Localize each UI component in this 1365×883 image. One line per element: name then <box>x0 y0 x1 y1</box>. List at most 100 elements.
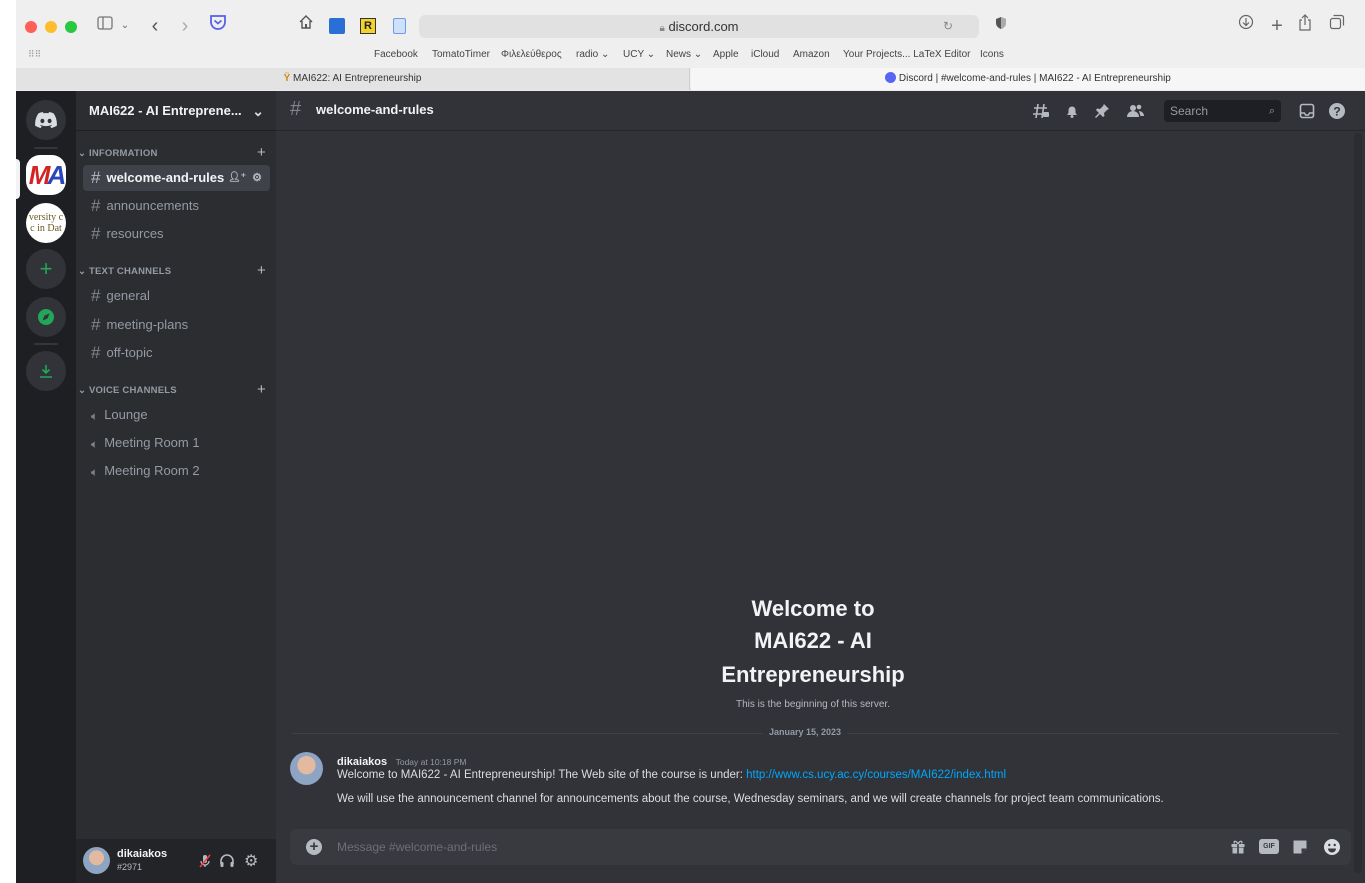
emoji-icon[interactable] <box>1323 838 1341 861</box>
download-apps-icon[interactable] <box>26 351 66 391</box>
gift-icon[interactable] <box>1230 839 1246 860</box>
favorite-link[interactable]: News ⌄ <box>666 49 702 60</box>
channel-sidebar: MAI622 - AI Entreprene... ⌄ ⌄ INFORMATIO… <box>76 91 276 883</box>
channel-general[interactable]: # general <box>83 283 270 309</box>
mute-microphone-icon[interactable] <box>197 853 213 869</box>
favorite-link[interactable]: Φιλελεύθερος <box>501 49 562 60</box>
date-divider-label: January 15, 2023 <box>763 727 848 737</box>
direct-messages-button[interactable] <box>26 100 66 140</box>
sidebar-menu-chevron-icon[interactable]: ⌄ <box>119 14 131 38</box>
message-avatar[interactable] <box>290 752 323 785</box>
channel-announcements[interactable]: # announcements <box>83 193 270 219</box>
text-channel-icon: # <box>91 196 101 215</box>
attach-plus-icon[interactable]: + <box>306 839 322 855</box>
message-header: dikaiakos Today at 10:18 PM <box>337 752 466 770</box>
threads-icon[interactable] <box>1031 101 1051 121</box>
notification-bell-icon[interactable] <box>1062 101 1082 121</box>
server-mai622[interactable]: MA <box>26 155 66 195</box>
favorite-link[interactable]: Icons <box>980 49 1004 60</box>
favorite-link[interactable]: radio ⌄ <box>576 49 609 60</box>
course-website-link[interactable]: http://www.cs.ucy.ac.cy/courses/MAI622/i… <box>746 769 1006 781</box>
speaker-icon: 🔈︎ <box>91 409 99 423</box>
create-channel-icon[interactable]: + <box>257 382 266 398</box>
message-composer[interactable]: + Message #welcome-and-rules GIF <box>290 829 1351 865</box>
server-list-divider <box>34 343 58 345</box>
svg-text:?: ? <box>1333 105 1340 119</box>
channel-resources[interactable]: # resources <box>83 221 270 247</box>
user-avatar[interactable] <box>83 847 110 874</box>
welcome-title-line-2: MAI622 - AI <box>754 628 872 653</box>
downloads-icon[interactable] <box>1237 14 1255 38</box>
readkit-extension-icon[interactable]: R <box>360 14 378 38</box>
voice-channel-meeting-room-2[interactable]: 🔈︎ Meeting Room 2 <box>83 458 270 484</box>
search-input[interactable]: Search ⌕ <box>1164 100 1281 122</box>
favorites-bar: Facebook TomatoTimer Φιλελεύθερος radio … <box>16 47 1365 65</box>
reload-icon[interactable]: ↻ <box>943 15 953 38</box>
favorite-link[interactable]: Your Projects... LaTeX Editor <box>843 49 970 60</box>
channel-label: resources <box>106 226 164 241</box>
headphones-icon[interactable] <box>219 853 235 869</box>
category-collapse-icon: ⌄ <box>78 266 89 277</box>
privacy-shield-icon[interactable] <box>993 14 1009 38</box>
create-invite-icon[interactable]: 👤︎⁺ <box>228 165 246 191</box>
server-name-header[interactable]: MAI622 - AI Entreprene... ⌄ <box>76 91 276 131</box>
speaker-icon: 🔈︎ <box>91 465 99 479</box>
back-icon[interactable]: ‹ <box>147 14 163 38</box>
chat-scrollbar[interactable] <box>1354 133 1362 873</box>
message-input-placeholder: Message #welcome-and-rules <box>337 840 498 854</box>
server-university-logo: versity c c in Dat <box>28 212 64 234</box>
favorite-link[interactable]: Apple <box>713 49 739 60</box>
pocket-icon[interactable] <box>208 14 228 38</box>
channel-settings-gear-icon[interactable]: ⚙ <box>252 165 262 191</box>
browser-window: ⌄ ‹ › R 🔒︎ discord.com ↻ + ⠿⠿ Facebook T… <box>16 0 1365 883</box>
favorite-link[interactable]: Amazon <box>793 49 830 60</box>
zoom-window-button[interactable] <box>65 21 77 33</box>
help-icon[interactable]: ? <box>1327 101 1347 121</box>
share-icon[interactable] <box>1296 14 1314 38</box>
channel-label: off-topic <box>106 345 153 360</box>
create-channel-icon[interactable]: + <box>257 145 266 161</box>
discord-app: MA versity c c in Dat + MAI622 - AI Entr… <box>16 91 1365 883</box>
channel-label: meeting-plans <box>106 317 189 332</box>
favorite-link[interactable]: UCY ⌄ <box>623 49 655 60</box>
gif-icon[interactable]: GIF <box>1259 839 1279 854</box>
forward-icon[interactable]: › <box>177 14 193 38</box>
notes-extension-icon[interactable] <box>390 14 408 38</box>
pinned-messages-icon[interactable] <box>1092 101 1112 121</box>
new-tab-icon[interactable]: + <box>1268 14 1286 38</box>
voice-channel-meeting-room-1[interactable]: 🔈︎ Meeting Room 1 <box>83 430 270 456</box>
tab-discord[interactable]: Discord | #welcome-and-rules | MAI622 - … <box>691 68 1365 90</box>
channel-welcome-and-rules[interactable]: # welcome-and-rules 👤︎⁺ ⚙ <box>83 165 270 191</box>
address-bar[interactable]: 🔒︎ discord.com ↻ <box>419 15 979 38</box>
category-voice-channels[interactable]: ⌄ VOICE CHANNELS + <box>78 382 274 399</box>
member-list-icon[interactable] <box>1125 101 1145 121</box>
bookmark-extension-icon[interactable] <box>329 14 347 38</box>
message-author[interactable]: dikaiakos <box>337 756 387 768</box>
category-text-channels[interactable]: ⌄ TEXT CHANNELS + <box>78 263 274 280</box>
sidebar-toggle-icon[interactable] <box>96 14 114 38</box>
close-window-button[interactable] <box>25 21 37 33</box>
tab-overview-icon[interactable] <box>1328 14 1346 38</box>
inbox-icon[interactable] <box>1297 101 1317 121</box>
favorite-link[interactable]: iCloud <box>751 49 779 60</box>
channel-meeting-plans[interactable]: # meeting-plans <box>83 312 270 338</box>
user-settings-gear-icon[interactable]: ⚙ <box>244 851 258 871</box>
text-channel-icon: # <box>91 343 101 362</box>
category-label: INFORMATION <box>89 148 158 159</box>
text-channel-icon: # <box>91 315 101 334</box>
add-server-icon[interactable]: + <box>26 249 66 289</box>
voice-channel-lounge[interactable]: 🔈︎ Lounge <box>83 402 270 428</box>
server-university[interactable]: versity c c in Dat <box>26 203 66 243</box>
home-icon[interactable] <box>297 14 315 38</box>
sticker-icon[interactable] <box>1292 839 1308 860</box>
user-tag: #2971 <box>117 862 143 872</box>
favorite-link[interactable]: Facebook <box>374 49 418 60</box>
tab-mai622-course[interactable]: Ÿ MAI622: AI Entrepreneurship <box>16 68 690 90</box>
create-channel-icon[interactable]: + <box>257 263 266 279</box>
category-information[interactable]: ⌄ INFORMATION + <box>78 145 274 162</box>
channel-off-topic[interactable]: # off-topic <box>83 340 270 366</box>
favorite-link[interactable]: TomatoTimer <box>432 49 490 60</box>
tab-favicon-icon: Ÿ <box>283 73 291 84</box>
explore-servers-icon[interactable] <box>26 297 66 337</box>
minimize-window-button[interactable] <box>45 21 57 33</box>
